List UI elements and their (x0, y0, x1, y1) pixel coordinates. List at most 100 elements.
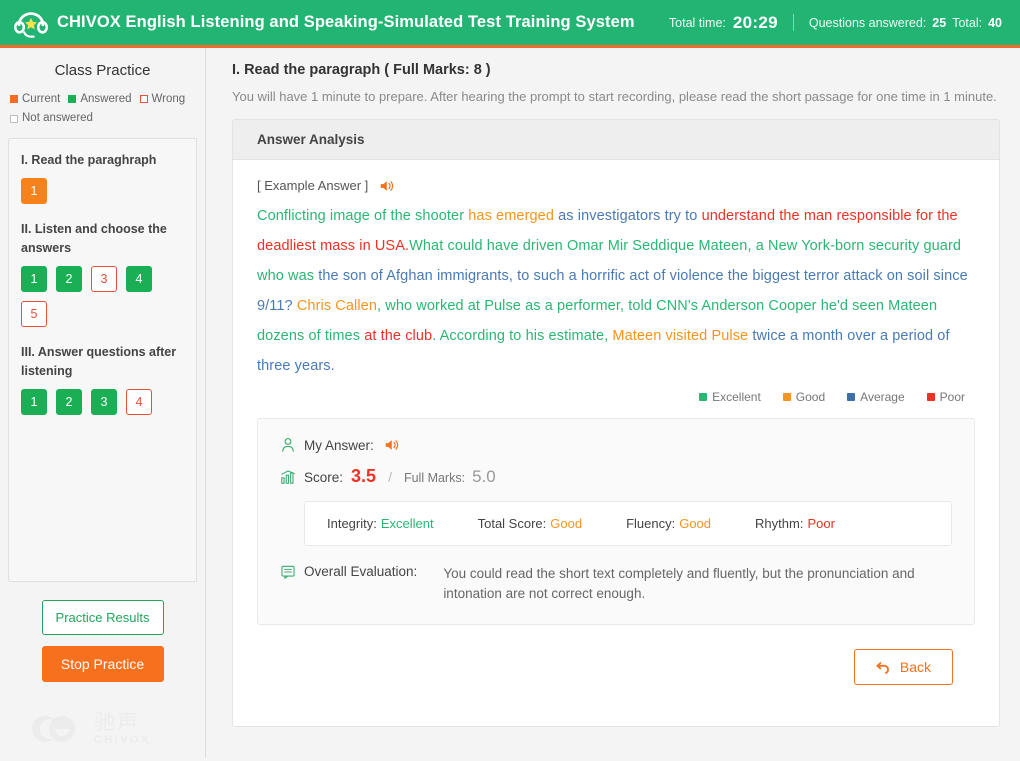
sidebar-title: Class Practice (54, 62, 151, 79)
sidebar-actions: Practice Results Stop Practice (8, 600, 197, 682)
stats-divider (792, 14, 794, 31)
practice-results-button[interactable]: Practice Results (41, 600, 164, 635)
question-button-2-3[interactable]: 3 (91, 266, 117, 292)
chivox-watermark: 驰声 CHIVOX (28, 712, 151, 746)
full-marks-label: Full Marks: (403, 471, 466, 485)
overall-evaluation-label: Overall Evaluation: (304, 564, 418, 579)
passage-segment: has emerged (468, 208, 559, 224)
legend-item-not-answered: Not answered (10, 109, 93, 128)
color-legend-dot-icon (926, 393, 935, 401)
main-content: I. Read the paragraph ( Full Marks: 8 ) … (206, 48, 1020, 758)
legend-label: Not answered (22, 112, 93, 124)
color-legend-label: Poor (939, 390, 965, 404)
score-value: 3.5 (351, 466, 377, 486)
example-answer-label: [ Example Answer ] (257, 178, 369, 193)
my-answer-label: My Answer: (304, 437, 374, 453)
question-button-2-1[interactable]: 1 (21, 266, 47, 292)
bar-chart-icon (281, 469, 295, 484)
metric-label: Integrity: (327, 516, 377, 531)
metric-integrity: Integrity: Excellent (327, 516, 434, 531)
passage-segment: . According to his estimate, (432, 328, 613, 344)
total-questions-value: 40 (988, 15, 1002, 30)
stop-practice-button[interactable]: Stop Practice (41, 646, 164, 682)
header-stats: Total time: 20:29 Questions answered: 25… (669, 13, 1002, 33)
back-row: Back (257, 625, 975, 685)
metric-fluency: Fluency: Good (626, 516, 711, 531)
score-label: Score: (304, 470, 344, 485)
back-button-label: Back (899, 659, 931, 675)
metric-label: Fluency: (626, 516, 676, 531)
my-answer-row: My Answer: (280, 437, 952, 453)
total-questions-label: Total: (952, 15, 983, 30)
passage-segment: as investigators try to (558, 208, 702, 224)
metric-rhythm: Rhythm: Poor (755, 516, 835, 531)
color-legend-item-excellent: Excellent (699, 390, 761, 404)
app-header: CHIVOX English Listening and Speaking-Si… (0, 0, 1020, 48)
legend-label: Answered (80, 92, 132, 105)
passage-segment: Mateen visited Pulse (612, 328, 753, 344)
color-legend-label: Average (860, 390, 905, 404)
answer-analysis-card: Answer Analysis [ Example Answer ] Confl… (232, 119, 1000, 727)
passage-segment: Chris Callen (296, 298, 378, 314)
example-answer-row: [ Example Answer ] (257, 178, 975, 193)
speaker-icon[interactable] (385, 438, 400, 452)
legend-swatch-icon (10, 95, 18, 103)
metric-label: Rhythm: (755, 516, 804, 531)
score-separator: / (388, 469, 392, 485)
question-button-3-1[interactable]: 1 (21, 389, 47, 415)
color-legend-item-poor: Poor (926, 390, 965, 404)
metric-total-score: Total Score: Good (478, 516, 582, 531)
passage-segment: What could have driven Omar Mir Seddique… (409, 238, 748, 254)
speaker-icon[interactable] (380, 179, 395, 193)
status-legend: Current Answered Wrong Not answered (8, 89, 197, 128)
question-section-title: I. Read the paraghraph (21, 153, 157, 167)
watermark-english: CHIVOX (94, 734, 151, 746)
back-arrow-icon (876, 662, 889, 674)
overall-evaluation-row: Overall Evaluation: You could read the s… (280, 564, 952, 604)
color-legend-item-average: Average (847, 390, 905, 404)
metric-value: Poor (807, 516, 835, 531)
questions-answered-label: Questions answered: (808, 15, 927, 30)
question-button-row: 1234 (21, 389, 184, 415)
question-button-3-4[interactable]: 4 (126, 389, 152, 415)
question-button-row: 1234 5 (21, 266, 184, 327)
legend-item-wrong: Wrong (139, 90, 185, 109)
question-button-row: 1 (21, 178, 184, 204)
metric-value: Excellent (380, 516, 434, 531)
question-button-1-1[interactable]: 1 (21, 178, 47, 204)
back-button[interactable]: Back (853, 649, 953, 685)
question-instruction: You will have 1 minute to prepare. After… (232, 89, 997, 104)
question-navigator-panel: I. Read the paraghraph 1 II. Listen and ch… (8, 138, 197, 582)
total-time-label: Total time: (668, 15, 726, 30)
color-legend-dot-icon (782, 393, 791, 401)
metric-value: Good (550, 516, 583, 531)
score-row: Score: 3.5 / Full Marks: 5.0 (280, 466, 952, 487)
person-icon (282, 438, 294, 452)
comment-icon (281, 565, 295, 579)
sidebar: Class Practice Current Answered Wrong Not a… (0, 48, 206, 758)
metric-value: Good (679, 516, 712, 531)
full-marks-value: 5.0 (472, 467, 496, 486)
answer-analysis-title: Answer Analysis (233, 120, 999, 160)
chivox-logo-icon (32, 716, 75, 742)
legend-item-current: Current (10, 90, 60, 109)
answer-analysis-body: [ Example Answer ] Conflicting image of … (233, 160, 999, 685)
question-button-2-4[interactable]: 4 (126, 266, 152, 292)
question-button-2-5[interactable]: 5 (21, 301, 47, 327)
metric-label: Total Score: (477, 516, 547, 531)
legend-swatch-icon (139, 95, 148, 103)
total-time-value: 20:29 (732, 12, 778, 32)
question-button-2-2[interactable]: 2 (56, 266, 82, 292)
color-legend-dot-icon (699, 393, 708, 401)
headset-icon (14, 11, 48, 38)
overall-evaluation-text: You could read the short text completely… (443, 566, 915, 601)
page-title: CHIVOX English Listening and Speaking-Si… (57, 13, 635, 31)
question-heading: I. Read the paragraph ( Full Marks: 8 ) (232, 62, 491, 78)
legend-item-answered: Answered (68, 90, 132, 109)
legend-swatch-icon (68, 95, 77, 103)
color-legend: Excellent Good Average Poor (257, 390, 975, 404)
question-button-3-3[interactable]: 3 (91, 389, 117, 415)
question-button-3-2[interactable]: 2 (56, 389, 82, 415)
question-section-title: II. Listen and choose the answers (21, 222, 167, 255)
question-section-title: III. Answer questions after listening (21, 345, 177, 378)
